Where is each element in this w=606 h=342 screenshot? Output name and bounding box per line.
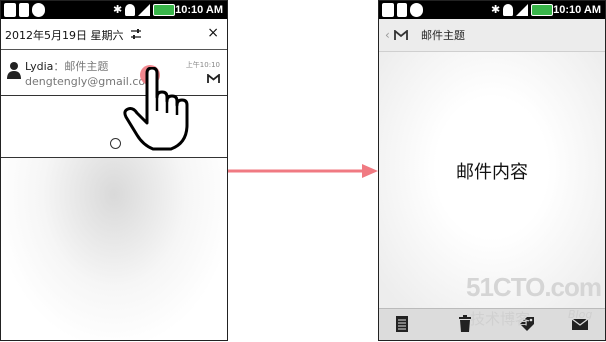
signal-icon <box>516 4 528 16</box>
loading-indicator <box>110 138 121 149</box>
archive-icon[interactable] <box>393 315 411 333</box>
watermark-subtitle: 技术博客 <box>470 310 531 328</box>
pointing-hand-icon <box>123 67 189 151</box>
status-bar: ✱ 10:10 AM <box>1 1 227 19</box>
date-header: 2012年5月19日 星期六 <box>5 29 124 42</box>
at-icon <box>410 3 423 17</box>
bluetooth-icon: ✱ <box>113 3 123 16</box>
gmail-icon[interactable] <box>394 30 408 41</box>
bluetooth-icon: ✱ <box>491 3 501 16</box>
person-icon <box>7 62 21 79</box>
date-header-bar: 2012年5月19日 星期六 × <box>1 19 227 50</box>
transition-arrow-icon <box>228 164 378 178</box>
usb-icon <box>397 3 407 17</box>
watermark-blog: Blog <box>568 308 593 321</box>
mail-separator: ： <box>53 60 65 73</box>
action-bar: ‹ 邮件主题 <box>379 19 605 52</box>
battery-icon <box>531 4 553 16</box>
close-icon[interactable]: × <box>207 25 219 41</box>
mail-sender-line: Lydia：邮件主题 <box>25 58 108 74</box>
notification-icon <box>4 3 16 17</box>
status-bar: ✱ 10:10 AM <box>379 1 605 19</box>
mail-body: 邮件内容 <box>379 52 605 309</box>
gmail-icon <box>207 74 220 83</box>
status-time: 10:10 AM <box>553 4 601 16</box>
usb-icon <box>19 3 29 17</box>
mail-content: 邮件内容 <box>456 162 528 183</box>
mail-sender: Lydia <box>25 60 54 73</box>
wifi-icon <box>125 4 135 16</box>
sliders-icon[interactable] <box>130 28 142 40</box>
watermark-site: 51CTO.com <box>466 272 602 302</box>
back-chevron-icon[interactable]: ‹ <box>385 28 390 42</box>
battery-icon <box>153 4 175 16</box>
mail-title: 邮件主题 <box>421 29 465 42</box>
wifi-icon <box>503 4 513 16</box>
at-icon <box>32 3 45 17</box>
status-time: 10:10 AM <box>175 4 223 16</box>
inbox-screen: ✱ 10:10 AM 2012年5月19日 星期六 × Lydia：邮件主题 d… <box>0 0 228 341</box>
notification-icon <box>382 3 394 17</box>
signal-icon <box>138 4 150 16</box>
mail-subject: 邮件主题 <box>64 60 109 73</box>
empty-area <box>1 158 227 340</box>
